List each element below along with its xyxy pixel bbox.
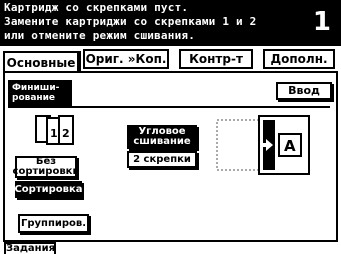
- tab-basic[interactable]: Основные: [3, 51, 79, 73]
- tab-contrast[interactable]: Контр-т: [179, 49, 253, 69]
- group-button[interactable]: Группиров.: [18, 214, 89, 233]
- two-staples-button[interactable]: 2 скрепки: [127, 151, 197, 168]
- status-message-bar: Картридж со скрепками пуст. Замените кар…: [0, 0, 341, 46]
- no-sort-line2: сортировки: [12, 166, 80, 177]
- status-message-line-2: Замените картриджи со скрепками 1 и 2: [4, 15, 257, 28]
- status-message-line-3: или отмените режим сшивания.: [4, 29, 196, 42]
- tab-additional[interactable]: Дополн.: [263, 49, 335, 69]
- finishing-header-line1: Финиши-: [12, 83, 60, 93]
- enter-button[interactable]: Ввод: [276, 82, 332, 100]
- tab-jobs[interactable]: Задания: [4, 242, 56, 254]
- svg-text:2: 2: [62, 127, 70, 140]
- staple-position-diagram: A: [215, 114, 311, 176]
- status-message-line-1: Картридж со скрепками пуст.: [4, 1, 189, 14]
- sort-button[interactable]: Сортировка: [14, 181, 83, 198]
- svg-text:A: A: [284, 137, 296, 155]
- tab-original-copy[interactable]: Ориг. »Коп.: [83, 49, 169, 69]
- no-sort-button[interactable]: Без сортировки: [12, 156, 80, 178]
- svg-text:1: 1: [50, 127, 58, 140]
- finishing-header: Финиши- рование: [8, 80, 72, 106]
- sort-pages-icon: 1 2: [33, 113, 77, 147]
- finishing-header-line2: рование: [12, 93, 56, 103]
- header-divider: [8, 106, 330, 108]
- copy-count-display: 1: [312, 7, 331, 37]
- corner-staple-line2: сшивание: [133, 136, 191, 147]
- corner-staple-button[interactable]: Угловое сшивание: [127, 125, 197, 149]
